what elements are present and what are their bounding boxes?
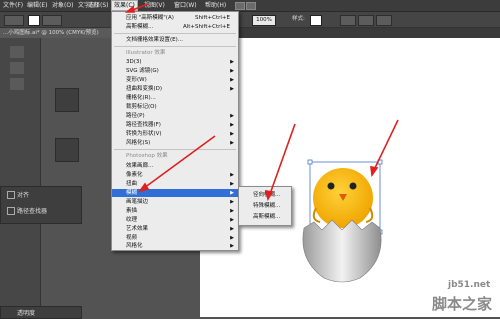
watermark-name: 脚本之家 xyxy=(432,295,493,313)
arrow-head-icon xyxy=(370,166,379,178)
annotation-arrows xyxy=(124,3,399,202)
arrow-icon xyxy=(143,135,216,189)
arrow-head-icon xyxy=(124,5,135,13)
arrow-icon xyxy=(373,119,399,171)
arrow-icon xyxy=(269,123,296,195)
arrow-head-icon xyxy=(264,190,274,202)
watermark-domain: jb51.net xyxy=(448,280,491,290)
